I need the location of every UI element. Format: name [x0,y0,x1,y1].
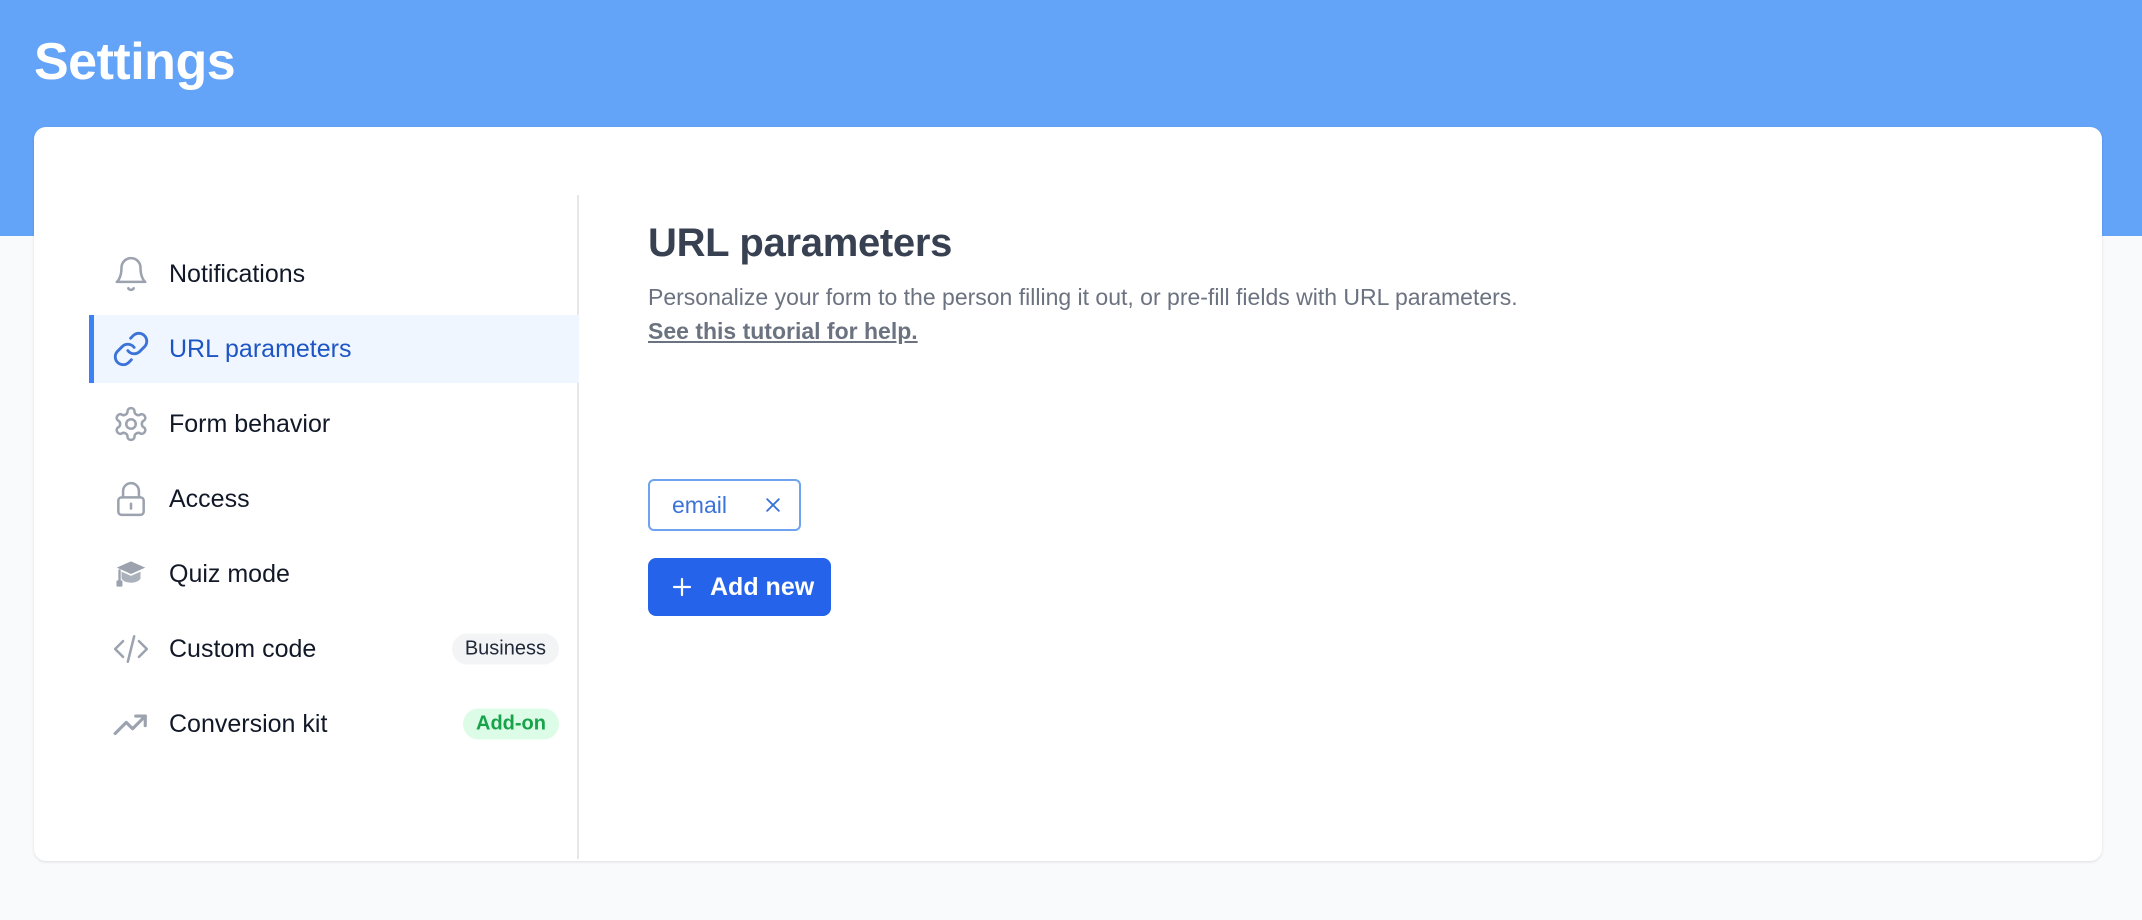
trending-up-icon [109,702,153,746]
url-parameters-panel: URL parameters Personalize your form to … [648,221,2048,616]
code-icon [109,627,153,671]
description-text: Personalize your form to the person fill… [648,284,1518,310]
sidebar-item-label: Notifications [169,259,306,288]
sidebar-item-label: Access [169,484,250,513]
sidebar-item-label: Quiz mode [169,559,290,588]
sidebar-item-notifications[interactable]: Notifications [89,240,579,308]
sidebar-item-label: URL parameters [169,334,352,363]
url-parameter-label: email [672,491,727,518]
settings-page: Settings Notifications URL parameters Fo… [0,0,2142,920]
plus-icon [670,575,694,599]
settings-sidebar: Notifications URL parameters Form behavi… [89,195,579,859]
section-description: Personalize your form to the person fill… [648,280,2048,348]
settings-nav: Notifications URL parameters Form behavi… [89,195,579,765]
gear-icon [109,402,153,446]
addon-badge: Add-on [463,708,559,740]
bell-icon [109,252,153,296]
settings-card: Notifications URL parameters Form behavi… [34,127,2102,861]
page-title: Settings [34,33,236,91]
add-new-button[interactable]: Add new [648,558,831,616]
sidebar-item-quiz-mode[interactable]: Quiz mode [89,540,579,608]
sidebar-item-label: Form behavior [169,409,331,438]
close-icon[interactable] [761,493,785,517]
sidebar-item-custom-code[interactable]: Custom code Business [89,615,579,683]
add-new-button-label: Add new [710,572,815,601]
tutorial-link[interactable]: See this tutorial for help. [648,314,918,348]
sidebar-item-access[interactable]: Access [89,465,579,533]
sidebar-item-conversion-kit[interactable]: Conversion kit Add-on [89,690,579,758]
sidebar-item-form-behavior[interactable]: Form behavior [89,390,579,458]
sidebar-item-label: Custom code [169,634,317,663]
url-parameter-tag: email [648,479,801,531]
graduation-cap-icon [109,552,153,596]
sidebar-item-url-parameters[interactable]: URL parameters [89,315,579,383]
plan-badge: Business [451,633,559,665]
link-icon [109,327,153,371]
lock-icon [109,477,153,521]
section-title: URL parameters [648,221,953,265]
sidebar-item-label: Conversion kit [169,709,328,738]
